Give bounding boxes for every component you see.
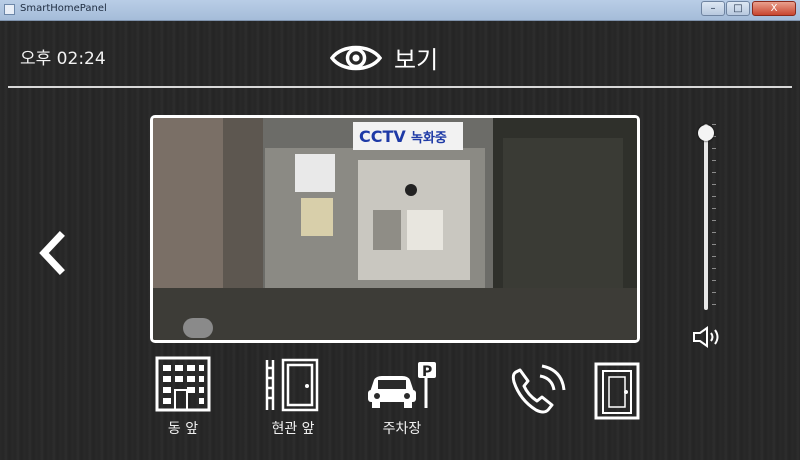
door-open-icon: [594, 362, 640, 420]
minimize-button[interactable]: –: [701, 1, 725, 16]
nav-entrance[interactable]: 현관 앞: [248, 356, 338, 438]
window-title: SmartHomePanel: [20, 3, 107, 14]
maximize-button[interactable]: □: [726, 1, 750, 16]
camera-feed-image: CCTV 녹화중: [153, 118, 637, 340]
volume-ticks: [712, 124, 716, 310]
previous-camera-button[interactable]: [30, 228, 76, 278]
volume-track: [704, 124, 708, 310]
call-button[interactable]: [506, 362, 576, 420]
door-open-button[interactable]: [592, 360, 642, 422]
nav-parking[interactable]: P 주차장: [362, 356, 442, 438]
title-bar: SmartHomePanel – □ X: [0, 0, 800, 21]
page-title-text: 보기: [394, 46, 439, 74]
nav-front-of-building[interactable]: 동 앞: [148, 356, 218, 438]
parking-car-icon: P: [368, 362, 436, 408]
nav-front-label: 동 앞: [167, 421, 199, 437]
building-icon: [155, 356, 211, 412]
eye-icon: [330, 45, 382, 70]
speaker-icon[interactable]: [692, 326, 726, 348]
nav-parking-label: 주차장: [382, 421, 422, 437]
page-title: 보기: [330, 40, 438, 75]
cctv-sign-status: 녹화중: [411, 130, 447, 146]
nav-entrance-label: 현관 앞: [271, 421, 315, 437]
clock: 오후 02:24: [20, 49, 106, 69]
close-button[interactable]: X: [752, 1, 796, 16]
header-divider: [8, 86, 792, 88]
svg-text:P: P: [422, 364, 432, 380]
chevron-left-icon: [39, 231, 65, 275]
app-icon: [4, 4, 15, 15]
app-window: SmartHomePanel – □ X 오후 02:24 보기 CCTV 녹화…: [0, 0, 800, 460]
cctv-sign-text: CCTV: [359, 127, 406, 146]
phone-call-icon: [511, 364, 566, 414]
entrance-door-icon: [265, 358, 319, 412]
camera-view: CCTV 녹화중: [150, 115, 640, 343]
volume-slider[interactable]: [698, 120, 718, 320]
